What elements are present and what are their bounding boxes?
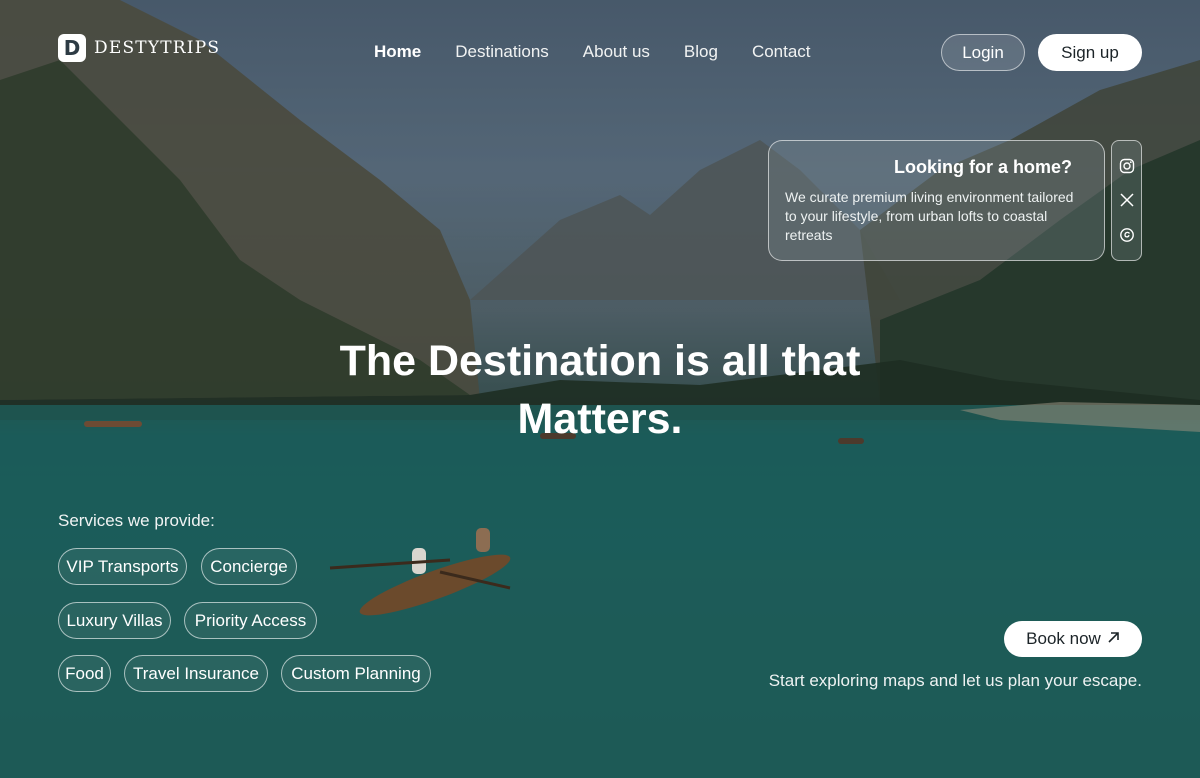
- headline-line-2: Matters.: [517, 395, 683, 443]
- promo-card-text: We curate premium living environment tai…: [785, 189, 1074, 243]
- cta-tagline: Start exploring maps and let us plan you…: [768, 671, 1142, 690]
- nav-item-destinations[interactable]: Destinations: [455, 42, 549, 62]
- hero-headline: The Destination is all that Matters.: [300, 332, 900, 448]
- nav-item-blog[interactable]: Blog: [684, 42, 718, 62]
- logo-mark: D: [58, 34, 86, 62]
- main-nav: Home Destinations About us Blog Contact: [374, 42, 811, 62]
- services-label: Services we provide:: [58, 511, 215, 530]
- social-links: [1111, 140, 1142, 261]
- brand-name: DESTYTRIPS: [94, 38, 221, 58]
- signup-button[interactable]: Sign up: [1038, 34, 1142, 71]
- x-icon[interactable]: [1118, 191, 1136, 209]
- book-now-button[interactable]: Book now: [1004, 621, 1142, 657]
- service-chip-priority-access[interactable]: Priority Access: [184, 602, 317, 639]
- nav-item-about-us[interactable]: About us: [583, 42, 650, 62]
- promo-card-title: Looking for a home?: [894, 157, 1072, 177]
- service-chip-food[interactable]: Food: [58, 655, 111, 692]
- service-chip-custom-planning[interactable]: Custom Planning: [281, 655, 431, 692]
- arrow-up-right-icon: [1107, 629, 1120, 649]
- headline-line-1: The Destination is all that: [339, 337, 861, 385]
- book-now-label: Book now: [1026, 629, 1101, 648]
- instagram-icon[interactable]: [1118, 157, 1136, 175]
- service-chip-luxury-villas[interactable]: Luxury Villas: [58, 602, 171, 639]
- hero-section: D DESTYTRIPS Home Destinations About us …: [0, 0, 1200, 778]
- service-chip-vip-transports[interactable]: VIP Transports: [58, 548, 187, 585]
- nav-item-home[interactable]: Home: [374, 42, 421, 62]
- service-chip-travel-insurance[interactable]: Travel Insurance: [124, 655, 268, 692]
- service-chip-concierge[interactable]: Concierge: [201, 548, 297, 585]
- brand-logo[interactable]: D DESTYTRIPS: [58, 34, 220, 62]
- nav-item-contact[interactable]: Contact: [752, 42, 811, 62]
- login-button[interactable]: Login: [941, 34, 1025, 71]
- home-promo-card: Looking for a home? We curate premium li…: [768, 140, 1105, 261]
- threads-icon[interactable]: [1118, 226, 1136, 244]
